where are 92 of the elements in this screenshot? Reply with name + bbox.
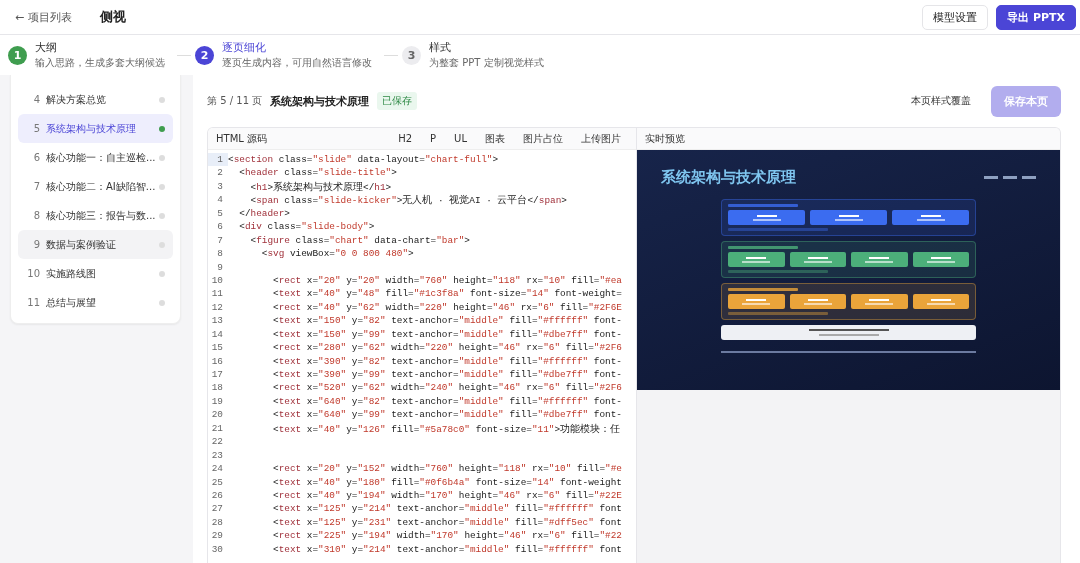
style-override-link[interactable]: 本页样式覆盖 bbox=[911, 94, 971, 108]
code-line: <svg viewBox="0 0 800 480"> bbox=[260, 247, 414, 261]
line-number: 1 bbox=[208, 153, 228, 167]
step-description: 逐页生成内容，可用自然语言修改 bbox=[222, 56, 372, 70]
code-line: <rect x="280" y="62" width="220" height="46" rx="6" fill="#2F6 bbox=[272, 341, 622, 355]
back-link[interactable]: ← 项目列表 bbox=[15, 9, 72, 25]
insert-tool-button[interactable]: 图表 bbox=[478, 131, 512, 146]
page-counter: 第 5 / 11 页 bbox=[207, 94, 263, 108]
code-line: <rect x="40" y="62" width="220" height="46" rx="6" fill="#2F6E bbox=[272, 300, 622, 315]
page-list-item[interactable]: 7 核心功能二：AI缺陷智... bbox=[18, 172, 173, 201]
line-number: 22 bbox=[210, 435, 224, 449]
code-line: <text x="310" y="214" text-anchor="middle" fill="#ffffff" font bbox=[272, 542, 622, 557]
line-number: 17 bbox=[210, 368, 224, 382]
slide-title: 系统架构与技术原理 bbox=[661, 168, 796, 187]
line-number: 16 bbox=[210, 354, 224, 368]
insert-tool-button[interactable]: UL bbox=[447, 133, 474, 144]
project-title: 侧视 bbox=[99, 8, 126, 26]
step-description: 输入思路，生成多套大纲候选 bbox=[35, 56, 165, 70]
line-number: 5 bbox=[216, 206, 224, 221]
line-number: 29 bbox=[210, 529, 224, 543]
line-number: 30 bbox=[210, 542, 224, 557]
line-number: 12 bbox=[210, 300, 224, 315]
step-number: 2 bbox=[195, 45, 214, 65]
page-list-item[interactable]: 6 核心功能一：自主巡检... bbox=[18, 143, 173, 172]
slide-kicker-drawing bbox=[984, 176, 1036, 179]
code-line: <rect x="20" y="20" width="760" height="118" rx="10" fill="#ea bbox=[272, 273, 622, 288]
line-number: 21 bbox=[210, 421, 224, 436]
line-number: 27 bbox=[210, 502, 224, 516]
page-list-item[interactable]: 4 解决方案总览 bbox=[18, 85, 173, 114]
line-number: 25 bbox=[210, 475, 224, 489]
line-number: 9 bbox=[216, 260, 224, 274]
page-list-item[interactable]: 11 总结与展望 bbox=[18, 288, 173, 317]
code-line: <text x="125" y="231" text-anchor="middle" fill="#dff5ec" font bbox=[272, 515, 622, 530]
source-label: HTML 源码 bbox=[216, 131, 267, 146]
line-number: 19 bbox=[210, 394, 224, 409]
code-line: <rect x="20" y="152" width="760" height="118" rx="10" fill="#e bbox=[272, 462, 622, 476]
code-line: <figure class="chart" data-chart="bar"> bbox=[249, 233, 470, 248]
line-number: 4 bbox=[216, 193, 224, 207]
code-line: <header class="slide-title"> bbox=[238, 166, 397, 180]
page-list-item[interactable]: 8 核心功能三：报告与数... bbox=[18, 201, 173, 230]
step-number: 3 bbox=[402, 45, 421, 65]
step-title[interactable]: 逐页细化 bbox=[222, 40, 372, 55]
line-number: 3 bbox=[216, 179, 224, 194]
code-line: <div class="slide-body"> bbox=[238, 220, 375, 234]
insert-tool-button[interactable]: H2 bbox=[391, 133, 420, 144]
line-number: 11 bbox=[210, 287, 224, 301]
page-list-item[interactable]: 9 数据与案例验证 bbox=[18, 230, 173, 259]
toolbar-button[interactable]: 模型设置 bbox=[922, 4, 989, 30]
toolbar-button[interactable]: 导出 PPTX bbox=[996, 4, 1076, 30]
code-line: <rect x="225" y="194" width="170" height="46" rx="6" fill="#22 bbox=[272, 529, 622, 543]
code-line: <text x="640" y="82" text-anchor="middle" fill="#ffffff" font- bbox=[272, 394, 622, 409]
page-title: 系统架构与技术原理 bbox=[270, 93, 370, 109]
page-list-item[interactable]: 5 系统架构与技术原理 bbox=[18, 114, 173, 143]
insert-tool-button[interactable]: 上传图片 bbox=[574, 131, 628, 146]
code-line: <text x="150" y="99" text-anchor="middle" fill="#dbe7ff" font- bbox=[272, 327, 622, 342]
line-number: 26 bbox=[210, 488, 224, 503]
code-line: <rect x="520" y="62" width="240" height="46" rx="6" fill="#2F6 bbox=[272, 381, 622, 395]
page-list-item[interactable]: 10 实施路线图 bbox=[18, 259, 173, 288]
code-line: <text x="390" y="82" text-anchor="middle" fill="#ffffff" font- bbox=[272, 354, 622, 368]
line-number: 8 bbox=[216, 247, 224, 261]
line-number: 10 bbox=[210, 273, 224, 288]
line-number: 23 bbox=[210, 448, 224, 463]
code-line: </header> bbox=[238, 206, 290, 221]
code-line: <rect x="40" y="194" width="170" height="46" rx="6" fill="#22E bbox=[272, 488, 622, 503]
code-line: <text x="150" y="82" text-anchor="middle" fill="#ffffff" font- bbox=[272, 314, 622, 328]
line-number: 18 bbox=[210, 381, 224, 395]
step-description: 为整套 PPT 定制视觉样式 bbox=[429, 56, 544, 70]
line-number: 24 bbox=[210, 462, 224, 476]
code-line: <text x="40" y="48" fill="#1c3f8a" font-size="14" font-weight= bbox=[272, 287, 622, 301]
step-number: 1 bbox=[8, 45, 27, 65]
line-number: 6 bbox=[216, 220, 224, 234]
code-line: <text x="40" y="126" fill="#5a78c0" font-size="11">功能模块：任 bbox=[272, 421, 621, 436]
code-line: <section class="slide" data-layout="chart-full"> bbox=[228, 153, 499, 167]
code-line: <h1>系统架构与技术原理</h1> bbox=[249, 179, 392, 194]
code-line: <span class="slide-kicker">无人机 · 视觉AI · 云平台</span> bbox=[249, 193, 567, 207]
line-number: 20 bbox=[210, 408, 224, 422]
code-line: <text x="40" y="180" fill="#0f6b4a" font-size="14" font-weight bbox=[272, 475, 622, 489]
code-line: <text x="125" y="214" text-anchor="middle" fill="#ffffff" font bbox=[272, 502, 622, 516]
step-title[interactable]: 样式 bbox=[429, 40, 544, 55]
line-number: 13 bbox=[210, 314, 224, 328]
line-number: 14 bbox=[210, 327, 224, 342]
line-number: 15 bbox=[210, 341, 224, 355]
insert-tool-button[interactable]: 图片占位 bbox=[516, 131, 570, 146]
step-title[interactable]: 大纲 bbox=[35, 40, 165, 55]
saved-status: 已保存 bbox=[377, 92, 418, 110]
preview-label: 实时预览 bbox=[645, 131, 685, 146]
line-number: 2 bbox=[216, 166, 224, 180]
code-line: <text x="390" y="99" text-anchor="middle" fill="#dbe7ff" font- bbox=[272, 368, 622, 382]
line-number: 7 bbox=[216, 233, 224, 248]
insert-tool-button[interactable]: P bbox=[423, 133, 444, 144]
code-line: <text x="640" y="99" text-anchor="middle" fill="#dbe7ff" font- bbox=[272, 408, 622, 422]
line-number: 28 bbox=[210, 515, 224, 530]
